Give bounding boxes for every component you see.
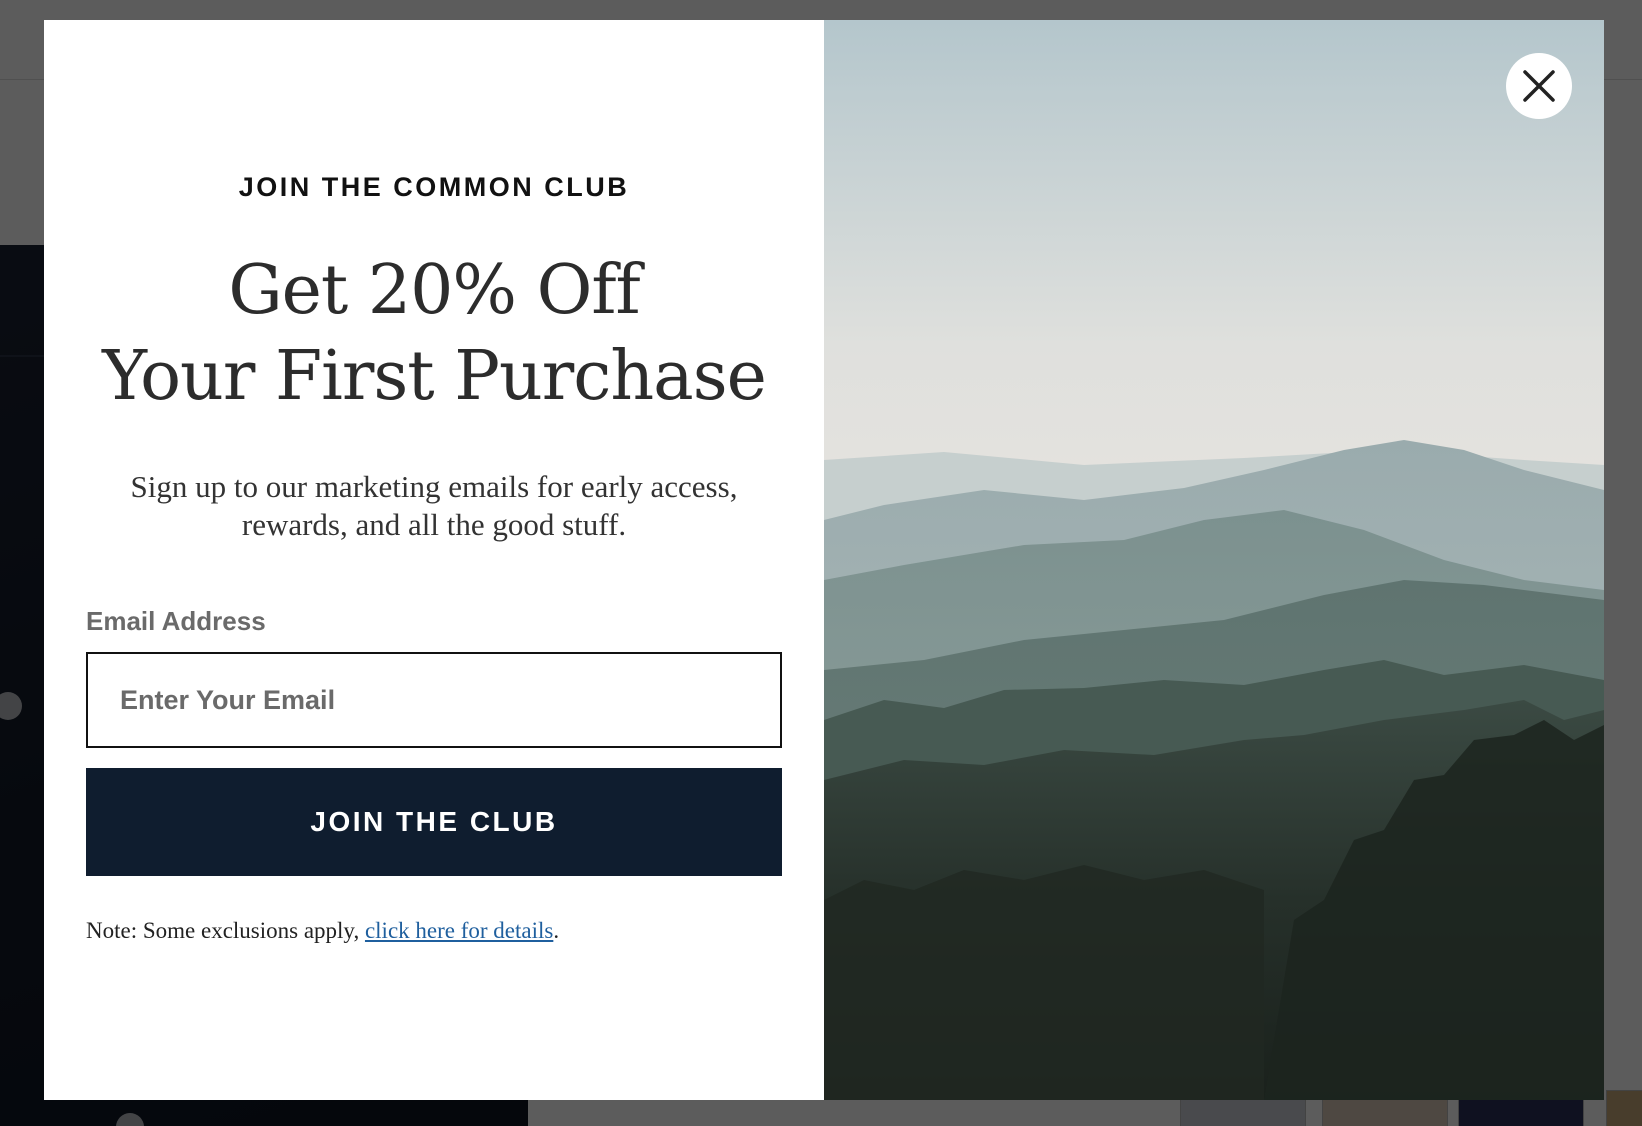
- promo-image-panel: [824, 20, 1604, 1100]
- signup-form-panel: JOIN THE COMMON CLUB Get 20% Off Your Fi…: [44, 20, 824, 1100]
- email-label: Email Address: [86, 606, 266, 636]
- headline-line-1: Get 20% Off: [228, 251, 640, 330]
- headline-line-2: Your First Purchase: [102, 337, 767, 416]
- modal-headline: Get 20% Off Your First Purchase: [44, 248, 824, 420]
- mountain-landscape-image: [824, 20, 1604, 1100]
- email-input[interactable]: [86, 652, 782, 748]
- exclusions-note: Note: Some exclusions apply, click here …: [86, 918, 559, 944]
- close-modal-button[interactable]: [1506, 53, 1572, 119]
- modal-eyebrow: JOIN THE COMMON CLUB: [238, 172, 630, 202]
- close-icon: [1523, 70, 1555, 102]
- signup-modal: JOIN THE COMMON CLUB Get 20% Off Your Fi…: [44, 20, 1604, 1100]
- note-suffix: .: [553, 918, 560, 943]
- modal-subcopy: Sign up to our marketing emails for earl…: [130, 469, 738, 542]
- details-link[interactable]: click here for details: [365, 918, 553, 943]
- note-prefix: Note: Some exclusions apply,: [86, 918, 365, 943]
- join-club-button[interactable]: JOIN THE CLUB: [86, 768, 782, 876]
